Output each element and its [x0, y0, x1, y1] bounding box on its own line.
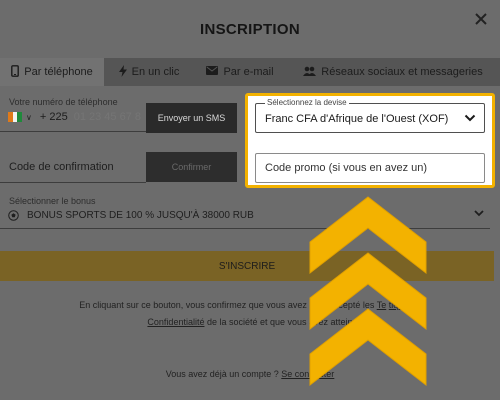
country-code: + 225: [39, 111, 68, 123]
phone-underline: [0, 131, 146, 132]
users-icon: [303, 66, 317, 79]
registration-tabs: Par téléphone En un clic Par e-mail Rése…: [0, 58, 500, 86]
phone-icon: [11, 64, 20, 80]
confirmation-label: Code de confirmation: [9, 161, 114, 173]
tab-one-click-label: En un clic: [131, 66, 180, 78]
page-title: INSCRIPTION: [200, 21, 300, 38]
send-sms-button[interactable]: Envoyer un SMS: [146, 103, 237, 133]
promo-code-input[interactable]: Code promo (si vous en avez un): [255, 153, 485, 183]
highlight-panel: Sélectionnez la devise Franc CFA d'Afriq…: [245, 93, 495, 188]
tab-phone-label: Par téléphone: [24, 66, 93, 78]
tab-one-click[interactable]: En un clic: [104, 58, 194, 86]
chevron-up-arrows-icon: [309, 196, 427, 387]
confirmation-underline: [0, 182, 146, 183]
tab-social[interactable]: Réseaux sociaux et messageries: [286, 58, 500, 86]
currency-select[interactable]: Sélectionnez la devise Franc CFA d'Afriq…: [255, 98, 485, 133]
currency-label: Sélectionnez la devise: [265, 98, 349, 107]
tab-email-label: Par e-mail: [223, 66, 274, 78]
bonus-label: Sélectionner le bonus: [9, 196, 96, 206]
close-icon[interactable]: [474, 12, 488, 26]
soccer-ball-icon: [8, 209, 19, 221]
tab-phone[interactable]: Par téléphone: [0, 58, 104, 86]
tab-email[interactable]: Par e-mail: [194, 58, 286, 86]
phone-input[interactable]: [73, 111, 144, 123]
currency-value: Franc CFA d'Afrique de l'Ouest (XOF): [265, 113, 449, 125]
chevron-down-icon: [474, 210, 484, 217]
chevron-down-icon[interactable]: ∨: [26, 113, 32, 122]
bonus-value: BONUS SPORTS DE 100 % JUSQU'À 38000 RUB: [27, 209, 254, 221]
tab-social-label: Réseaux sociaux et messageries: [321, 66, 483, 78]
chevron-down-icon: [464, 114, 476, 122]
account-question: Vous avez déjà un compte ?: [165, 369, 282, 379]
privacy-link[interactable]: Confidentialité: [147, 317, 204, 327]
envelope-icon: [206, 66, 219, 78]
promo-placeholder: Code promo (si vous en avez un): [265, 162, 428, 174]
confirm-button[interactable]: Confirmer: [146, 152, 237, 182]
flag-icon[interactable]: [8, 112, 23, 122]
lightning-icon: [118, 64, 127, 80]
